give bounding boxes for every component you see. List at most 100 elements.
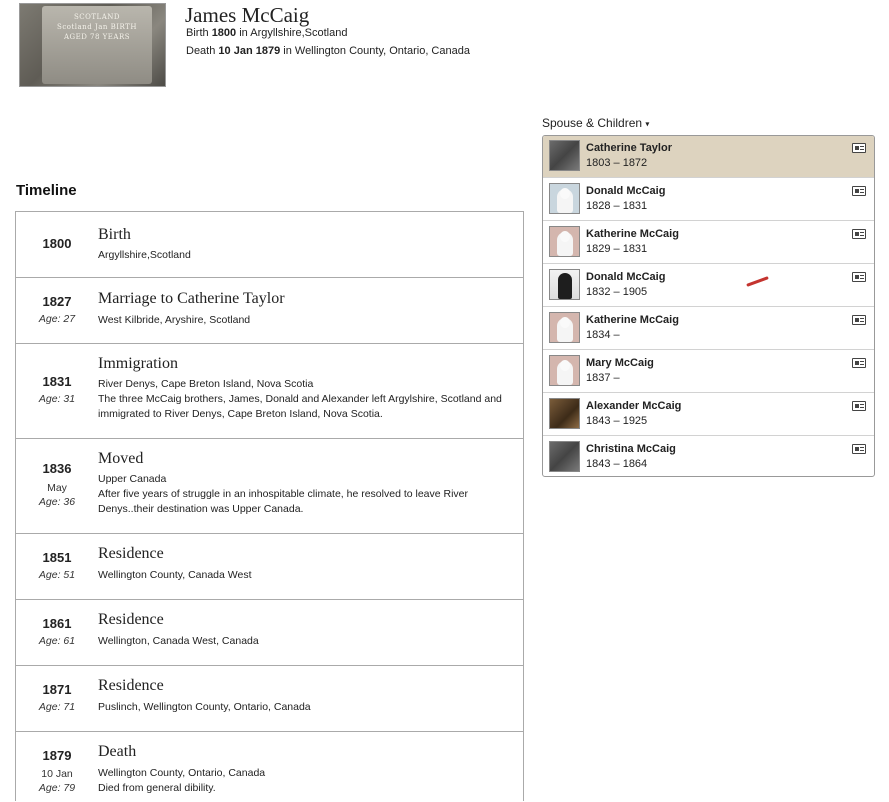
member-dates: 1837 –	[586, 372, 620, 384]
member-silhouette	[549, 312, 580, 343]
birth-date: 1800	[211, 27, 237, 39]
death-date: 10 Jan 1879	[218, 45, 281, 57]
timeline-event[interactable]: 1827 Age: 27 Marriage to Catherine Taylo…	[16, 278, 523, 344]
event-age: Age: 36	[16, 496, 98, 508]
event-year: 1831	[42, 374, 72, 389]
event-year: 1851	[42, 550, 72, 565]
timeline-event[interactable]: 1861 Age: 61 Residence Wellington, Canad…	[16, 600, 523, 666]
family-list: Catherine Taylor 1803 – 1872 Donald McCa…	[542, 135, 875, 477]
event-year: 1827	[42, 294, 72, 309]
age-label: Age:	[38, 782, 61, 794]
member-silhouette	[549, 226, 580, 257]
timeline-event[interactable]: 1879 10 Jan Age: 79 Death Wellington Cou…	[16, 732, 523, 802]
family-member-row[interactable]: Donald McCaig 1828 – 1831	[543, 179, 874, 221]
profile-card-icon[interactable]	[852, 272, 866, 282]
profile-card-icon[interactable]	[852, 186, 866, 196]
timeline-list: 1800 Birth Argyllshire,Scotland 1827 Age…	[15, 211, 524, 801]
member-photo	[549, 269, 580, 300]
profile-card-icon[interactable]	[852, 315, 866, 325]
event-title: Marriage to Catherine Taylor	[98, 290, 285, 307]
event-place: West Kilbride, Aryshire, Scotland	[98, 314, 251, 326]
death-label: Death	[186, 45, 216, 57]
event-place: Wellington, Canada West, Canada	[98, 635, 259, 647]
age-label: Age:	[38, 313, 61, 325]
timeline-event[interactable]: 1851 Age: 51 Residence Wellington County…	[16, 534, 523, 600]
death-summary: Death 10 Jan 1879 in Wellington County, …	[186, 45, 470, 57]
event-title: Residence	[98, 677, 164, 694]
event-title: Immigration	[98, 355, 178, 372]
age-value: 36	[63, 496, 76, 508]
event-place: Upper Canada	[98, 473, 167, 485]
event-place: Puslinch, Wellington County, Ontario, Ca…	[98, 701, 311, 713]
timeline-event[interactable]: 1871 Age: 71 Residence Puslinch, Welling…	[16, 666, 523, 732]
inscription-line: Scotland Jan BIRTH	[57, 23, 137, 31]
member-name[interactable]: Katherine McCaig	[586, 228, 679, 240]
member-silhouette	[549, 183, 580, 214]
caret-down-icon: ▾	[645, 119, 650, 129]
birth-place: in Argyllshire,Scotland	[239, 27, 348, 39]
event-description: Died from general dibility.	[98, 782, 216, 794]
family-member-row[interactable]: Christina McCaig 1843 – 1864	[543, 437, 874, 476]
event-age: Age: 71	[16, 701, 98, 713]
age-label: Age:	[38, 701, 61, 713]
member-name[interactable]: Donald McCaig	[586, 185, 665, 197]
family-member-row[interactable]: Katherine McCaig 1834 –	[543, 308, 874, 350]
event-description: After five years of struggle in an inhos…	[98, 488, 469, 515]
member-dates: 1828 – 1831	[586, 200, 648, 212]
birth-label: Birth	[186, 27, 209, 39]
event-age: Age: 27	[16, 313, 98, 325]
spouse-children-dropdown[interactable]: Spouse & Children ▾	[542, 116, 649, 130]
profile-card-icon[interactable]	[852, 229, 866, 239]
timeline-event[interactable]: 1836 May Age: 36 Moved Upper Canada Afte…	[16, 439, 523, 534]
member-name[interactable]: Alexander McCaig	[586, 400, 681, 412]
profile-card-icon[interactable]	[852, 143, 866, 153]
event-age: Age: 61	[16, 635, 98, 647]
gravestone-photo[interactable]: SCOTLAND Scotland Jan BIRTH AGED 78 YEAR…	[19, 3, 166, 87]
timeline-event[interactable]: 1800 Birth Argyllshire,Scotland	[16, 212, 523, 278]
silhouette-icon	[557, 360, 573, 385]
event-title: Residence	[98, 611, 164, 628]
age-label: Age:	[38, 496, 61, 508]
event-title: Moved	[98, 450, 144, 467]
timeline-event[interactable]: 1831 Age: 31 Immigration River Denys, Ca…	[16, 344, 523, 439]
family-member-row[interactable]: Mary McCaig 1837 –	[543, 351, 874, 393]
member-name[interactable]: Donald McCaig	[586, 271, 665, 283]
age-label: Age:	[38, 569, 61, 581]
profile-card-icon[interactable]	[852, 401, 866, 411]
age-value: 31	[63, 393, 76, 405]
event-place: River Denys, Cape Breton Island, Nova Sc…	[98, 378, 314, 390]
family-member-row[interactable]: Catherine Taylor 1803 – 1872	[543, 136, 874, 178]
member-name[interactable]: Katherine McCaig	[586, 314, 679, 326]
event-year: 1861	[42, 616, 72, 631]
member-photo	[549, 441, 580, 472]
family-member-row[interactable]: Donald McCaig 1832 – 1905	[543, 265, 874, 307]
family-member-row[interactable]: Alexander McCaig 1843 – 1925	[543, 394, 874, 436]
member-name[interactable]: Christina McCaig	[586, 443, 676, 455]
event-month: May	[47, 482, 67, 494]
event-place: Wellington County, Ontario, Canada	[98, 767, 266, 779]
age-value: 71	[63, 701, 76, 713]
member-name[interactable]: Catherine Taylor	[586, 142, 672, 154]
event-day-month: 10 Jan	[41, 768, 73, 780]
silhouette-icon	[557, 188, 573, 213]
profile-card-icon[interactable]	[852, 358, 866, 368]
member-dates: 1843 – 1864	[586, 458, 648, 470]
family-member-row[interactable]: Katherine McCaig 1829 – 1831	[543, 222, 874, 264]
portrait-figure	[558, 273, 572, 299]
event-place: Wellington County, Canada West	[98, 569, 252, 581]
event-title: Birth	[98, 226, 131, 243]
gravestone-inscription: SCOTLAND Scotland Jan BIRTH AGED 78 YEAR…	[42, 6, 152, 84]
age-value: 79	[63, 782, 76, 794]
profile-card-icon[interactable]	[852, 444, 866, 454]
event-age: Age: 79	[16, 782, 98, 794]
event-age: Age: 51	[16, 569, 98, 581]
member-dates: 1834 –	[586, 329, 620, 341]
event-year: 1871	[42, 682, 72, 697]
event-title: Residence	[98, 545, 164, 562]
member-photo	[549, 140, 580, 171]
event-year: 1836	[42, 461, 72, 476]
member-dates: 1843 – 1925	[586, 415, 648, 427]
spouse-children-label: Spouse & Children	[542, 116, 643, 130]
event-age: Age: 31	[16, 393, 98, 405]
member-name[interactable]: Mary McCaig	[586, 357, 654, 369]
